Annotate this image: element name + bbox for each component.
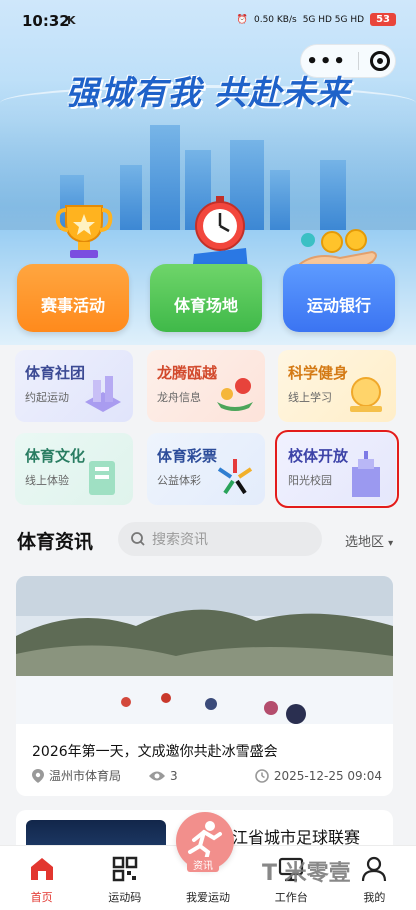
club-blocks-icon — [85, 376, 121, 412]
news-search-input[interactable]: 搜索资讯 — [118, 522, 322, 556]
fitness-coin-icon — [350, 377, 382, 412]
service-scientific-fitness[interactable]: 科学健身 线上学习 — [278, 350, 396, 422]
battery-icon: 53 — [370, 13, 396, 26]
status-bar: 10:32 K ⏰ 0.50 KB/s 5G HD 5G HD 53 — [0, 0, 416, 42]
service-sports-club[interactable]: 体育社团 约起运动 — [15, 350, 133, 422]
skyline-tower — [270, 170, 290, 230]
user-icon — [362, 856, 387, 882]
school-building-icon — [352, 451, 380, 497]
skyline-tower — [120, 165, 142, 230]
sports-bank-button[interactable]: 运动银行 — [283, 264, 395, 332]
skyline-tower — [320, 160, 346, 230]
hero-banner: 10:32 K ⏰ 0.50 KB/s 5G HD 5G HD 53 ••• 强… — [0, 0, 416, 345]
qrcode-icon — [112, 856, 138, 882]
tab-label: 工作台 — [274, 891, 308, 904]
news-date-text: 2025-12-25 09:04 — [273, 768, 382, 783]
hero-slogan: 强城有我 共赴未来 — [65, 73, 351, 112]
news-image — [16, 576, 393, 724]
home-icon — [30, 858, 53, 880]
location-pin-icon — [32, 768, 44, 783]
news-date: 2025-12-25 09:04 — [255, 769, 382, 783]
news-views-count: 3 — [170, 768, 178, 783]
eye-icon — [149, 771, 166, 780]
status-icons: ⏰ 0.50 KB/s 5G HD 5G HD 53 — [237, 13, 396, 26]
service-school-sports-open[interactable]: 校体开放 阳光校园 — [275, 430, 399, 508]
network-speed: 0.50 KB/s — [253, 14, 297, 25]
tab-home[interactable]: 首页 — [0, 846, 83, 910]
tab-label: 我的 — [363, 891, 386, 904]
news-headline: 2026年第一天，文成邀你共赴冰雪盛会 — [32, 744, 278, 760]
service-sports-lottery[interactable]: 体育彩票 公益体彩 — [147, 433, 265, 505]
tab-label: 运动码 — [108, 891, 142, 904]
news-location-text: 温州市体育局 — [49, 769, 122, 783]
tab-label: 我爱运动 — [186, 891, 230, 904]
watermark-logo: T 米零壹 — [262, 861, 351, 886]
lottery-star-icon — [217, 459, 253, 495]
trophy-icon — [55, 205, 113, 258]
alarm-icon: ⏰ — [236, 14, 248, 25]
news-section-title: 体育资讯 — [17, 531, 94, 553]
signal-text: 5G HD 5G HD — [302, 14, 365, 25]
region-label: 选地区 — [345, 535, 385, 550]
news-meta: 温州市体育局 3 2025-12-25 09:04 — [32, 767, 382, 784]
dragon-boat-icon — [217, 378, 253, 411]
search-placeholder: 搜索资讯 — [152, 532, 208, 548]
region-select[interactable]: 选地区 ▾ — [345, 531, 393, 550]
sports-venue-button[interactable]: 体育场地 — [150, 264, 262, 332]
tab-sports-code[interactable]: 运动码 — [83, 846, 166, 910]
news-card[interactable]: 2026年第一天，文成邀你共赴冰雪盛会 温州市体育局 3 2025-12-25 … — [16, 576, 393, 796]
chevron-down-icon: ▾ — [388, 538, 394, 549]
news-location: 温州市体育局 — [32, 767, 121, 784]
news-badge: 资讯 — [187, 857, 219, 872]
clock-icon — [255, 768, 269, 783]
carrier-icon: K — [67, 14, 76, 27]
service-sports-culture[interactable]: 体育文化 线上体验 — [15, 433, 133, 505]
culture-book-icon — [89, 461, 115, 495]
tab-label: 首页 — [30, 891, 53, 904]
status-time: 10:32 — [22, 12, 70, 30]
event-activity-button[interactable]: 赛事活动 — [17, 264, 129, 332]
news-views: 3 — [149, 769, 178, 783]
service-dragon-boat[interactable]: 龙腾瓯越 龙舟信息 — [147, 350, 265, 422]
search-icon — [131, 532, 145, 546]
